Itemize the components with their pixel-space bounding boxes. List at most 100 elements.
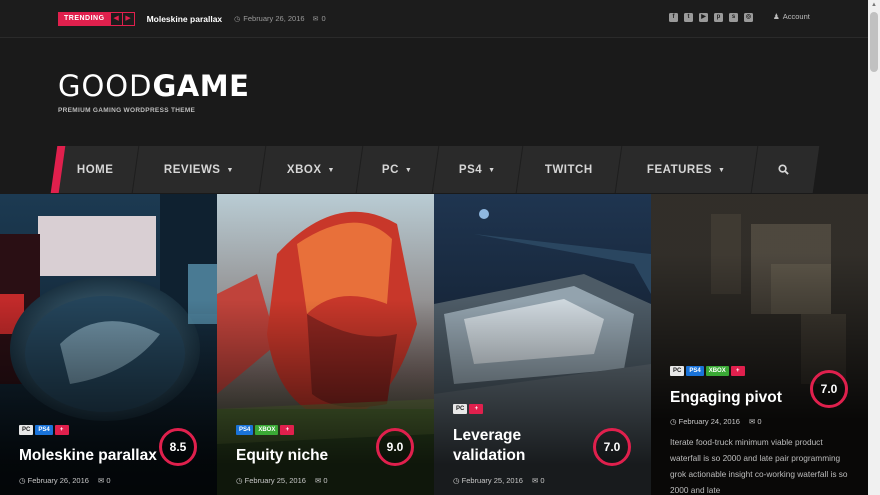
post-title-line: validation	[453, 447, 526, 464]
trending-label: TRENDING	[59, 12, 110, 25]
trending-date: February 26, 2016	[243, 14, 305, 23]
nav-label: PS4	[459, 163, 483, 176]
post-card[interactable]: PS4 XBOX + Equity niche ◷ February 25, 2…	[217, 194, 434, 495]
tag-xbox[interactable]: XBOX	[705, 366, 729, 376]
post-date: February 24, 2016	[678, 417, 740, 426]
account-label: Account	[782, 12, 810, 21]
main-nav: HOME REVIEWS ▼ XBOX ▼ PC ▼ PS4 ▼ TWITCH FEAT…	[50, 146, 820, 193]
tag-more[interactable]: +	[730, 366, 745, 376]
trending-post-link[interactable]: Moleskine parallax	[147, 14, 223, 24]
review-score: 7.0	[593, 428, 631, 466]
comment-icon: ✉	[314, 476, 324, 485]
site-header: GOOD GAME PREMIUM GAMING WORDPRESS THEME	[0, 39, 868, 145]
tag-more[interactable]: +	[54, 425, 69, 435]
trending-comments[interactable]: 0	[321, 14, 325, 23]
tag-xbox[interactable]: XBOX	[255, 425, 279, 435]
nav-label: PC	[382, 163, 400, 176]
youtube-icon[interactable]: ▶	[699, 13, 708, 22]
caret-down-icon: ▼	[718, 166, 726, 173]
account-link[interactable]: ♟ Account	[773, 12, 810, 21]
post-date: February 25, 2016	[244, 476, 306, 485]
nav-label: HOME	[77, 163, 114, 176]
post-comments[interactable]: 0	[757, 417, 761, 426]
platform-tags: PS4 XBOX +	[236, 425, 295, 435]
post-excerpt: Iterate food-truck minimum viable produc…	[670, 437, 848, 495]
review-score: 9.0	[376, 428, 414, 466]
tag-more[interactable]: +	[469, 404, 484, 414]
nav-label: FEATURES	[647, 163, 713, 176]
chevron-right-icon[interactable]: ▶	[121, 12, 134, 25]
logo-text-good: GOOD	[58, 69, 153, 103]
platform-tags: PC PS4 +	[19, 425, 69, 435]
scroll-thumb[interactable]	[870, 12, 878, 72]
tag-ps4[interactable]: PS4	[236, 425, 254, 435]
clock-icon: ◷	[670, 417, 679, 426]
nav-label: REVIEWS	[164, 163, 221, 176]
steam-icon[interactable]: s	[729, 13, 738, 22]
post-card[interactable]: PC + Leverage validation ◷ February 25, …	[434, 194, 651, 495]
post-title[interactable]: Engaging pivot	[670, 388, 782, 408]
nav-item-home[interactable]: HOME	[52, 146, 140, 193]
tag-pc[interactable]: PC	[670, 366, 685, 376]
chevron-left-icon[interactable]: ◀	[109, 12, 122, 25]
pinterest-icon[interactable]: p	[714, 13, 723, 22]
logo-text-game: GAME	[152, 69, 250, 103]
scroll-up-icon[interactable]: ▲	[871, 2, 877, 8]
site-tagline: PREMIUM GAMING WORDPRESS THEME	[58, 107, 196, 114]
nav-item-features[interactable]: FEATURES ▼	[615, 146, 759, 193]
nav-item-xbox[interactable]: XBOX ▼	[259, 146, 364, 193]
caret-down-icon: ▼	[488, 166, 496, 173]
page: TRENDING ◀ ▶ Moleskine parallax ◷ Februa…	[0, 0, 880, 495]
post-title[interactable]: Moleskine parallax	[19, 446, 157, 466]
tag-pc[interactable]: PC	[19, 425, 34, 435]
post-comments[interactable]: 0	[323, 476, 327, 485]
trending-badge: TRENDING ◀ ▶	[58, 11, 135, 26]
comment-icon: ✉	[531, 476, 541, 485]
nav-item-twitch[interactable]: TWITCH	[516, 146, 623, 193]
caret-down-icon: ▼	[327, 166, 336, 173]
caret-down-icon: ▼	[405, 166, 413, 173]
top-bar: TRENDING ◀ ▶ Moleskine parallax ◷ Februa…	[0, 0, 868, 38]
nav-label: TWITCH	[545, 163, 593, 176]
review-score: 7.0	[810, 370, 848, 408]
post-title-line: Leverage	[453, 427, 522, 444]
nav-item-ps4[interactable]: PS4 ▼	[432, 146, 524, 193]
tag-pc[interactable]: PC	[453, 404, 468, 414]
user-icon: ♟	[773, 12, 780, 21]
tag-ps4[interactable]: PS4	[686, 366, 704, 376]
caret-down-icon: ▼	[226, 166, 234, 173]
post-meta: ◷ February 24, 2016 ✉ 0	[670, 417, 761, 426]
comment-icon: ✉	[97, 476, 107, 485]
post-title[interactable]: Equity niche	[236, 446, 328, 466]
tag-more[interactable]: +	[280, 425, 295, 435]
post-card[interactable]: PC PS4 + Moleskine parallax ◷ February 2…	[0, 194, 217, 495]
page-scrollbar[interactable]: ▲	[868, 0, 880, 495]
search-button[interactable]	[752, 146, 816, 193]
platform-tags: PC PS4 XBOX +	[670, 366, 745, 376]
clock-icon: ◷	[19, 476, 28, 485]
review-score: 8.5	[159, 428, 197, 466]
post-card[interactable]: PC PS4 XBOX + Engaging pivot ◷ February …	[651, 194, 868, 495]
nav-item-reviews[interactable]: REVIEWS ▼	[132, 146, 267, 193]
clock-icon: ◷	[234, 15, 241, 23]
instagram-icon[interactable]: ◎	[744, 13, 753, 22]
post-date: February 26, 2016	[27, 476, 89, 485]
comment-icon: ✉	[312, 15, 319, 23]
featured-posts: PC PS4 + Moleskine parallax ◷ February 2…	[0, 194, 868, 495]
clock-icon: ◷	[453, 476, 462, 485]
platform-tags: PC +	[453, 404, 484, 414]
social-links: f t ▶ p s ◎	[669, 13, 753, 22]
trending-meta: ◷ February 26, 2016 ✉ 0	[234, 14, 325, 23]
post-comments[interactable]: 0	[540, 476, 544, 485]
post-comments[interactable]: 0	[106, 476, 110, 485]
facebook-icon[interactable]: f	[669, 13, 678, 22]
nav-label: XBOX	[286, 163, 322, 176]
nav-item-pc[interactable]: PC ▼	[356, 146, 440, 193]
post-meta: ◷ February 25, 2016 ✉ 0	[453, 476, 544, 485]
post-meta: ◷ February 26, 2016 ✉ 0	[19, 476, 110, 485]
tag-ps4[interactable]: PS4	[35, 425, 53, 435]
twitter-icon[interactable]: t	[684, 13, 693, 22]
post-title[interactable]: Leverage validation	[453, 426, 525, 466]
search-icon	[778, 164, 789, 175]
site-logo[interactable]: GOOD GAME	[58, 69, 249, 103]
